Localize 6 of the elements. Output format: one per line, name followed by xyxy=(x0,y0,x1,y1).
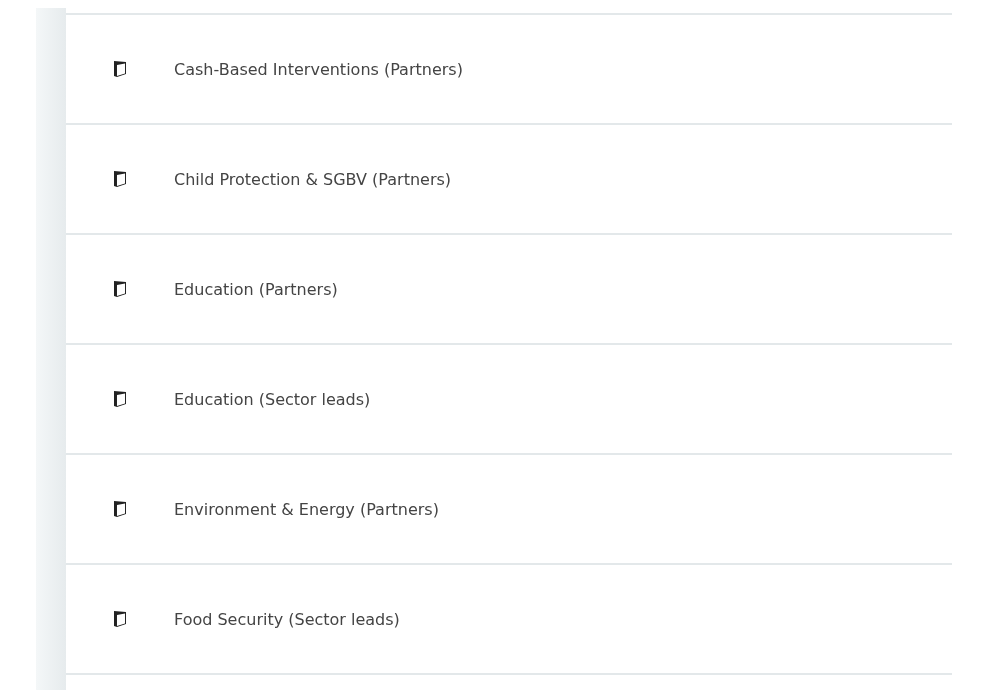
list-item-label[interactable]: Education (Sector leads) xyxy=(174,389,371,409)
list-item-label[interactable]: Food Security (Sector leads) xyxy=(174,609,400,629)
list-item-label[interactable]: Cash-Based Interventions (Partners) xyxy=(174,59,463,79)
list-item-label[interactable]: Child Protection & SGBV (Partners) xyxy=(174,169,452,189)
list-item-label[interactable]: Education (Partners) xyxy=(174,279,338,299)
list-item-label[interactable]: Environment & Energy (Partners) xyxy=(174,499,439,519)
